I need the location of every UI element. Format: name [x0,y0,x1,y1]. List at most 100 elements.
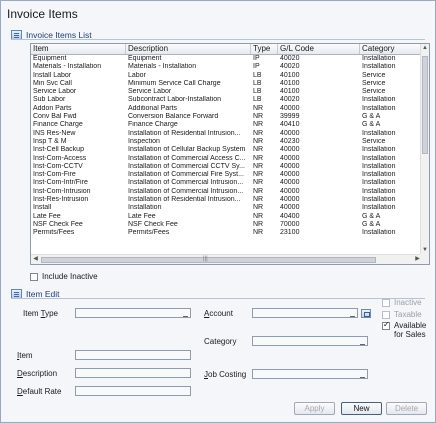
taxable-label: Taxable [394,310,422,319]
invoice-items-grid[interactable]: Item Description Type G/L Code Category … [30,43,430,265]
item-input[interactable] [75,350,191,360]
horizontal-scrollbar[interactable]: ◀ ||| ▶ [31,254,422,264]
new-button[interactable]: New [341,402,382,415]
cell-item: Install [33,204,52,212]
taxable-checkbox[interactable] [382,310,390,319]
table-row[interactable]: Inst-Com-Fire Installation of Commercial … [31,171,421,179]
cell-item: Inst-Com-Intrusion [33,187,91,195]
vertical-scroll-thumb[interactable] [422,56,428,154]
cell-type: LB [253,79,262,87]
cell-type: NR [253,162,264,170]
include-inactive-option[interactable]: Include Inactive [30,272,98,281]
section-divider [11,298,425,299]
cell-category: Service [362,71,386,79]
scroll-up-icon[interactable]: ▲ [421,44,429,53]
column-header-item[interactable]: Item [31,44,126,54]
category-label: Category [204,337,237,346]
table-row[interactable]: Inst-Com-Intr/Fire Installation of Commer… [31,179,421,187]
cell-gl-code: 40020 [280,63,300,71]
column-header-description[interactable]: Description [126,44,251,54]
column-header-category[interactable]: Category [360,44,421,54]
cell-gl-code: 40100 [280,88,300,96]
cell-category: Installation [362,196,396,204]
taxable-option[interactable]: Taxable [382,310,422,319]
scroll-left-icon[interactable]: ◀ [31,255,40,264]
job-costing-select[interactable] [252,369,368,379]
table-row[interactable]: Late Fee Late Fee NR 40400 G & A [31,213,421,221]
table-row[interactable]: INS Res-New Installation of Residential I… [31,130,421,138]
available-for-sales-label: Available for Sales [394,321,427,339]
available-for-sales-option[interactable]: Available for Sales [382,320,434,339]
grid-header: Item Description Type G/L Code Category [31,44,421,55]
table-row[interactable]: Min Svc Call Minimum Service Call Charge L… [31,80,421,88]
cell-type: NR [253,229,264,237]
cell-item: Permits/Fees [33,229,75,237]
cell-item: Inst-Res-Intrusion [33,196,89,204]
include-inactive-label: Include Inactive [42,272,98,281]
table-row[interactable]: Permits/Fees Permits/Fees NR 23100 Installat… [31,229,421,237]
cell-type: LB [253,88,262,96]
cell-category: G & A [362,212,381,220]
cell-category: Installation [362,104,396,112]
item-type-select[interactable] [75,308,191,318]
column-header-gl-code[interactable]: G/L Code [278,44,360,54]
table-row[interactable]: NSF Check Fee NSF Check Fee NR 70000 G & A [31,221,421,229]
table-row[interactable]: Inst-Com-CCTV Installation of Commercial … [31,163,421,171]
table-row[interactable]: Inst-Com-Access Installation of Commercia… [31,155,421,163]
edit-icon [11,288,22,299]
cell-description: Equipment [128,55,162,62]
cell-gl-code: 40100 [280,79,300,87]
cell-gl-code: 23100 [280,229,300,237]
cell-category: Installation [362,146,396,154]
cell-type: NR [253,220,264,228]
inactive-option[interactable]: Inactive [382,298,422,307]
section-title-edit: Item Edit [26,288,60,299]
table-row[interactable]: Conv Bal Fwd Conversion Balance Forward NR… [31,113,421,121]
category-select[interactable] [252,336,368,346]
item-label: Item [17,351,33,360]
list-icon [11,29,22,40]
apply-button[interactable]: Apply [294,402,335,415]
table-row[interactable]: Service Labor Service Labor LB 40100 Service [31,88,421,96]
cell-type: NR [253,196,264,204]
column-header-type[interactable]: Type [251,44,278,54]
table-row[interactable]: Insp T & M Inspection NR 40230 Service [31,138,421,146]
include-inactive-checkbox[interactable] [30,272,38,281]
table-row[interactable]: Install Labor Labor LB 40100 Service [31,72,421,80]
horizontal-scroll-thumb[interactable] [41,257,376,263]
cell-description: Late Fee [128,212,156,220]
available-for-sales-checkbox[interactable] [382,320,390,330]
table-row[interactable]: Addon Parts Additional Parts NR 40000 Instal… [31,105,421,113]
cell-item: Equipment [33,55,67,62]
table-row[interactable]: Materials - Installation Materials - Inst… [31,63,421,71]
cell-description: Additional Parts [128,104,178,112]
cell-category: Service [362,88,386,96]
table-row[interactable]: Install Installation NR 40000 Installation [31,204,421,212]
vertical-scrollbar[interactable]: ▲ ▼ [420,44,429,255]
table-row[interactable]: Sub Labor Subcontract Labor-Installation L… [31,96,421,104]
inactive-checkbox[interactable] [382,298,390,307]
table-row[interactable]: Inst-Com-Intrusion Installation of Commer… [31,188,421,196]
scroll-grip-icon: ||| [203,256,208,262]
cell-category: Installation [362,162,396,170]
cell-gl-code: 40400 [280,212,300,220]
account-lookup-icon[interactable] [361,309,371,318]
cell-type: NR [253,212,264,220]
cell-gl-code: 40410 [280,121,300,129]
grid-rows: Equipment Equipment IP 40020 Installation Mat… [31,55,421,238]
cell-item: Install Labor [33,71,72,79]
cell-item: Late Fee [33,212,61,220]
table-row[interactable]: Equipment Equipment IP 40020 Installation [31,55,421,63]
table-row[interactable]: Inst-Res-Intrusion Installation of Reside… [31,196,421,204]
description-input[interactable] [75,368,191,378]
table-row[interactable]: Inst-Cell Backup Installation of Cellular… [31,146,421,154]
cell-description: Installation of Residential Intrusion... [128,129,241,137]
default-rate-input[interactable] [75,386,191,396]
table-row[interactable]: Finance Charge Finance Charge NR 40410 G & A [31,121,421,129]
cell-type: NR [253,204,264,212]
delete-button[interactable]: Delete [386,402,427,415]
account-select[interactable] [252,308,358,318]
cell-gl-code: 40020 [280,96,300,104]
cell-type: NR [253,104,264,112]
section-divider [11,39,425,40]
